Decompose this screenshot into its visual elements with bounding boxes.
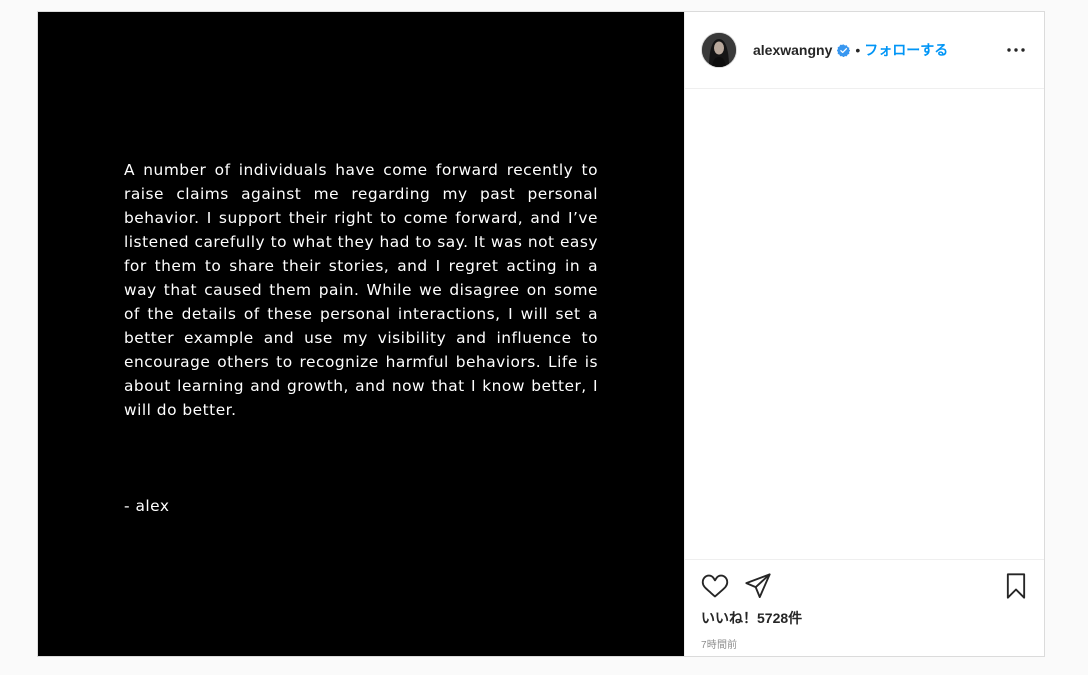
bookmark-icon[interactable] <box>1002 572 1030 600</box>
statement-text: A number of individuals have come forwar… <box>124 161 598 419</box>
follow-button[interactable]: フォローする <box>864 40 948 60</box>
avatar-image-icon <box>702 33 736 67</box>
post-timestamp[interactable]: 7時間前 <box>701 636 737 651</box>
avatar[interactable] <box>701 32 737 68</box>
likes-count[interactable]: いいね！5728件 <box>701 608 802 628</box>
signature-text: - alex <box>124 497 170 515</box>
ellipsis-icon <box>1007 48 1025 52</box>
paper-plane-icon[interactable] <box>744 572 772 600</box>
more-options-icon[interactable] <box>1004 42 1028 58</box>
post-sidebar: alexwangny • フォローする いいね！5728件 7時間前 <box>684 12 1044 656</box>
action-bar: いいね！5728件 7時間前 <box>685 560 1044 656</box>
username-link[interactable]: alexwangny <box>753 42 832 58</box>
verified-badge-icon <box>837 43 851 57</box>
heart-icon[interactable] <box>701 572 729 600</box>
post-image[interactable]: A number of individuals have come forwar… <box>38 12 684 656</box>
post-header: alexwangny • フォローする <box>685 12 1044 89</box>
comments-area <box>685 89 1044 560</box>
separator-dot: • <box>855 42 861 58</box>
post-container: A number of individuals have come forwar… <box>37 11 1045 657</box>
